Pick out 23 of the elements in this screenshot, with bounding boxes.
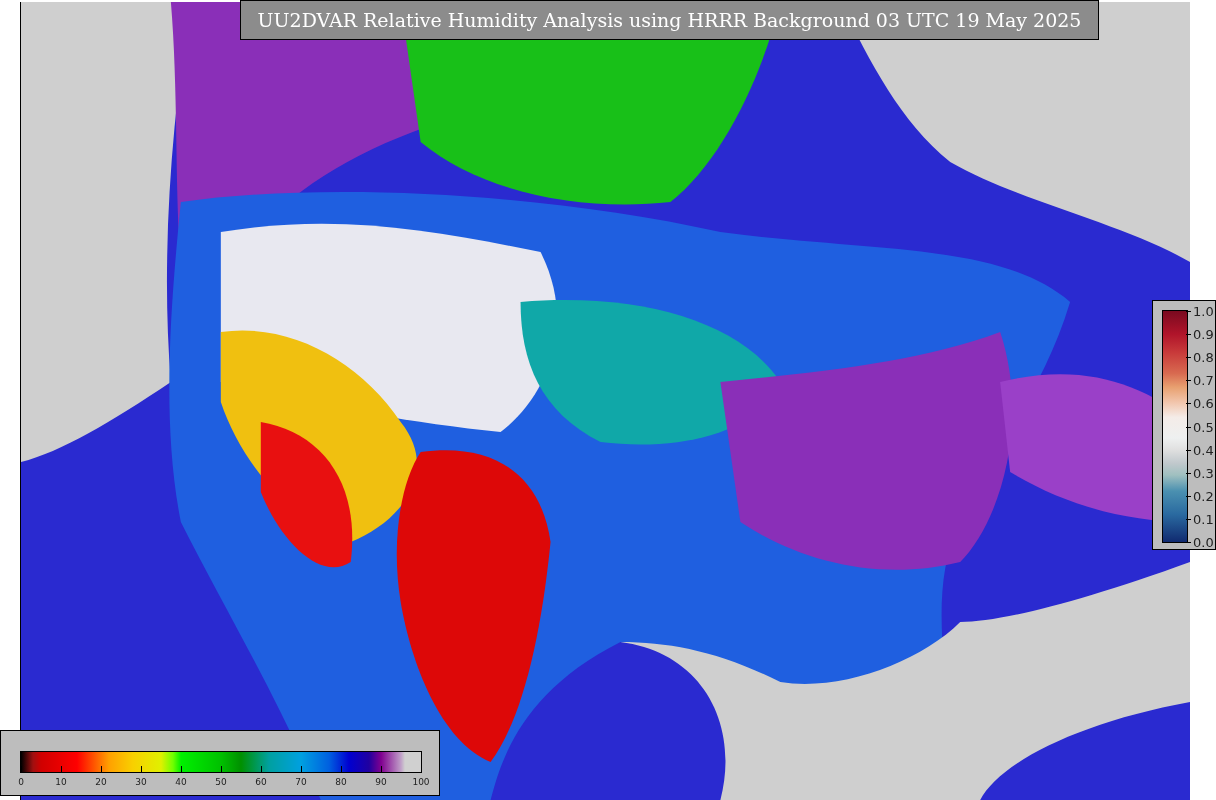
tick-label: 30 [135, 777, 147, 787]
tick-label: 0 [18, 777, 24, 787]
tick-label: 10 [55, 777, 67, 787]
tick-label: 80 [335, 777, 347, 787]
tick-label: 100 [412, 777, 430, 787]
tick-label: 50 [215, 777, 227, 787]
tick-label: 0.2 [1193, 488, 1214, 504]
tick-label: 70 [295, 777, 307, 787]
tick-label: 1.0 [1193, 303, 1214, 319]
map-title: UU2DVAR Relative Humidity Analysis using HRRR Background 03 UTC 19 May 2025 [240, 0, 1099, 40]
tick-label: 0.6 [1193, 395, 1214, 411]
tick-label: 60 [255, 777, 267, 787]
tick-label: 90 [375, 777, 387, 787]
tick-label: 0.1 [1193, 511, 1214, 527]
tick-label: 0.5 [1193, 419, 1214, 434]
tick-label: 20 [95, 777, 107, 787]
tick-label: 0.7 [1193, 372, 1214, 388]
tick-label: 0.0 [1193, 534, 1214, 550]
tick-label: 0.8 [1193, 349, 1214, 365]
tick-label: 0.3 [1193, 465, 1214, 481]
tick-label: 40 [175, 777, 187, 787]
tick-label: 0.9 [1193, 326, 1214, 342]
tick-label: 0.4 [1193, 442, 1214, 458]
